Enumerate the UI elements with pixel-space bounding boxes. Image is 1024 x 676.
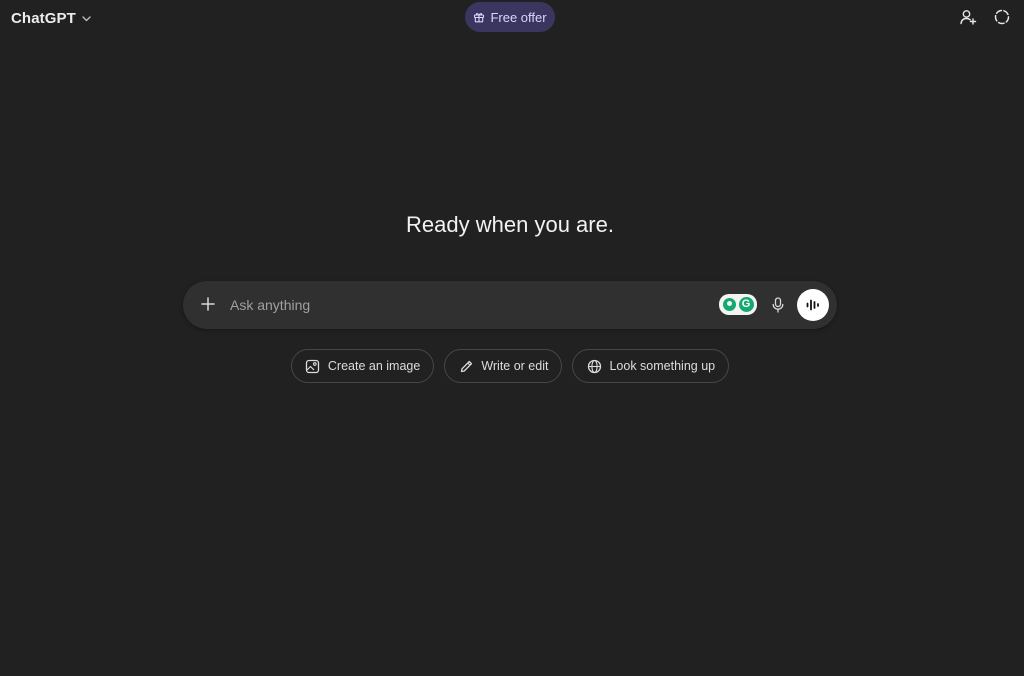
create-image-chip[interactable]: Create an image xyxy=(290,349,435,383)
chip-label: Look something up xyxy=(609,359,716,373)
free-offer-label: Free offer xyxy=(490,9,547,25)
temporary-chat-icon[interactable] xyxy=(993,8,1011,26)
attach-button[interactable] xyxy=(197,293,219,315)
plus-icon xyxy=(201,297,215,311)
chat-page: ChatGPT Free offer Ready when you are. A… xyxy=(0,0,1024,676)
add-user-icon[interactable] xyxy=(959,8,977,26)
write-or-edit-chip[interactable]: Write or edit xyxy=(444,349,563,383)
grammarly-widget[interactable]: G xyxy=(719,294,757,315)
voice-waveform-icon xyxy=(806,299,819,311)
prompt-composer: G xyxy=(183,281,837,329)
page-title: Ready when you are. xyxy=(406,212,614,237)
grammarly-logo-icon: G xyxy=(738,297,754,312)
globe-icon xyxy=(586,358,602,374)
free-offer-button[interactable]: Free offer xyxy=(465,2,555,32)
suggestion-chips: Create an image Write or edit Look somet… xyxy=(0,349,1020,383)
look-something-up-chip[interactable]: Look something up xyxy=(572,349,730,383)
prompt-input[interactable] xyxy=(228,293,688,317)
model-name: ChatGPT xyxy=(11,9,76,27)
model-switcher[interactable]: ChatGPT xyxy=(11,7,92,29)
dictate-button[interactable] xyxy=(768,295,788,315)
chevron-down-icon xyxy=(81,13,92,24)
gift-icon xyxy=(473,11,485,23)
grammarly-bulb-icon xyxy=(722,298,736,311)
microphone-icon xyxy=(772,297,784,313)
voice-mode-button[interactable] xyxy=(797,289,829,321)
chip-label: Create an image xyxy=(327,359,421,373)
chip-label: Write or edit xyxy=(481,359,549,373)
pencil-icon xyxy=(458,358,474,374)
image-icon xyxy=(305,358,321,374)
